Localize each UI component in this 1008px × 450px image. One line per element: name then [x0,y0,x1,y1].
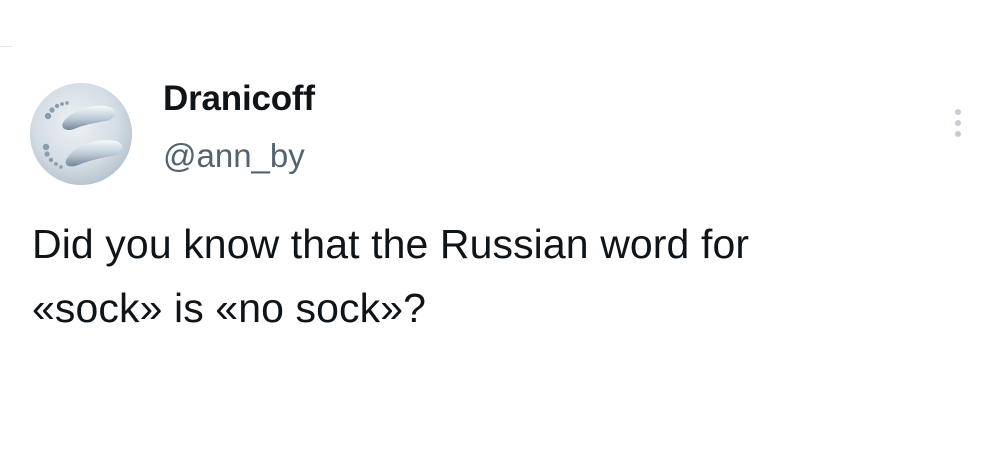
vertical-ellipsis-icon [955,120,961,126]
more-options-button[interactable] [940,100,976,146]
vertical-ellipsis-icon [955,131,961,137]
avatar[interactable] [30,83,132,185]
tweet-header: Dranicoff @ann_by [163,78,315,176]
footprints-avatar-icon [30,83,132,185]
tweet-text-line: Did you know that the Russian word for [32,221,750,267]
tweet-card: Dranicoff @ann_by Did you know that the … [0,0,1008,450]
tweet-text: Did you know that the Russian word for «… [32,212,972,340]
tweet-text-line: «sock» is «no sock»? [32,285,427,331]
author-display-name[interactable]: Dranicoff [163,78,315,120]
author-handle[interactable]: @ann_by [163,136,315,176]
vertical-ellipsis-icon [955,109,961,115]
